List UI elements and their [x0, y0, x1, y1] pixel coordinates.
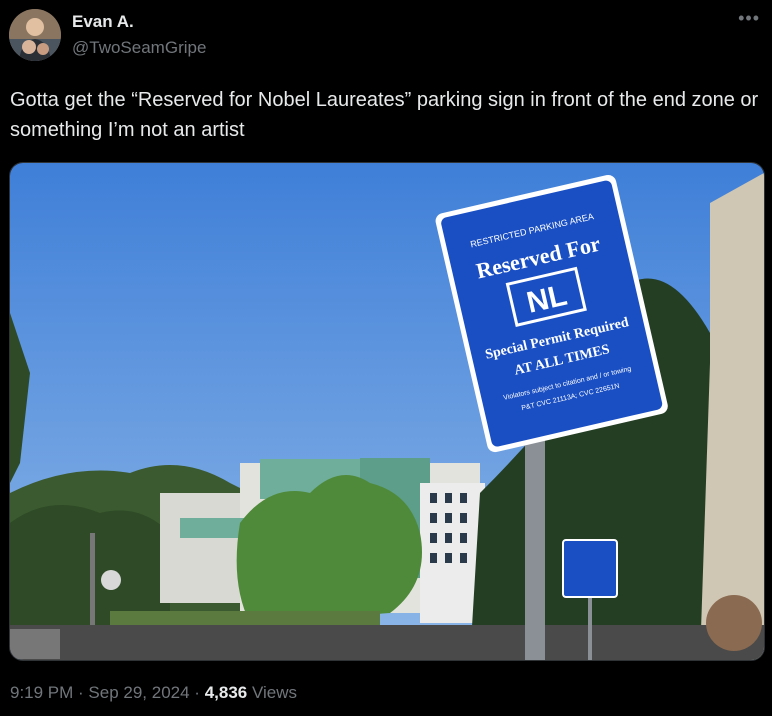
meta-separator: ·	[73, 683, 89, 702]
tweet-text: Gotta get the “Reserved for Nobel Laurea…	[10, 89, 759, 141]
tweet-time[interactable]: 9:19 PM	[10, 683, 73, 702]
tweet-media-image[interactable]: RESTRICTED PARKING AREA Reserved For NL …	[9, 162, 765, 661]
meta-separator: ·	[189, 683, 205, 702]
user-handle[interactable]: @TwoSeamGripe	[72, 38, 206, 58]
views-label: Views	[251, 683, 298, 702]
avatar[interactable]	[9, 9, 61, 61]
views-count[interactable]: 4,836	[205, 683, 248, 702]
profile-photo-icon	[9, 9, 61, 61]
display-name[interactable]: Evan A.	[72, 12, 134, 32]
ellipsis-icon[interactable]: •••	[738, 8, 760, 29]
tweet-date[interactable]: Sep 29, 2024	[88, 683, 189, 702]
tweet-meta: 9:19 PM · Sep 29, 2024 · 4,836 Views	[10, 683, 297, 703]
